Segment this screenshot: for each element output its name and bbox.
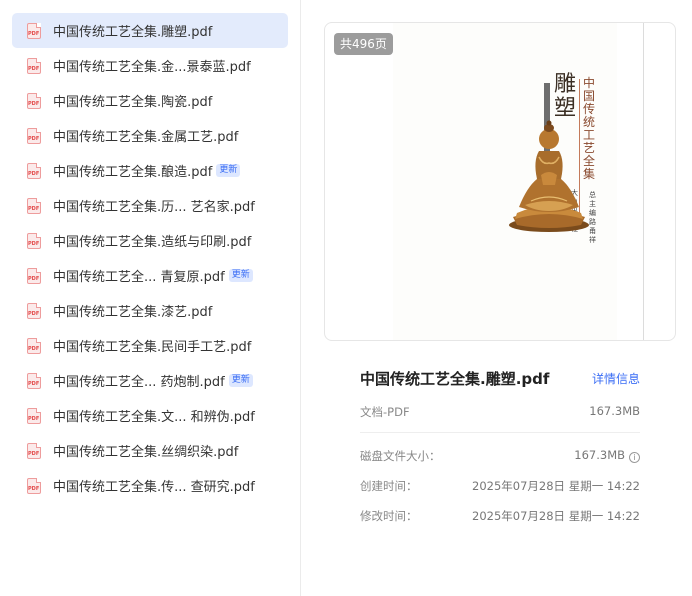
update-badge: 更新	[216, 164, 241, 177]
file-name: 中国传统工艺全集.文... 和辨伪.pdf	[53, 410, 255, 425]
file-name: 中国传统工艺全集.丝绸织染.pdf	[53, 445, 239, 460]
cover-edge-line	[643, 23, 644, 340]
size-value: 167.3MB	[589, 404, 640, 418]
file-name: 中国传统工艺全集.金属工艺.pdf	[53, 130, 239, 145]
file-list-item[interactable]: PDF 中国传统工艺全集.历... 艺名家.pdf	[12, 188, 288, 223]
file-name: 中国传统工艺全集.陶瓷.pdf	[53, 95, 213, 110]
created-label: 创建时间：	[360, 479, 418, 493]
info-icon[interactable]: i	[629, 452, 640, 463]
pdf-file-icon: PDF	[27, 232, 41, 249]
file-list-item[interactable]: PDF 中国传统工艺全集.金...景泰蓝.pdf	[12, 48, 288, 83]
disk-size-label: 磁盘文件大小：	[360, 449, 441, 463]
file-name: 中国传统工艺全... 青复原.pdf	[53, 270, 225, 285]
detail-title: 中国传统工艺全集.雕塑.pdf	[360, 370, 550, 388]
file-name: 中国传统工艺全集.漆艺.pdf	[53, 305, 213, 320]
pdf-file-icon: PDF	[27, 372, 41, 389]
file-list-item[interactable]: PDF 中国传统工艺全集.金属工艺.pdf	[12, 118, 288, 153]
file-list-item[interactable]: PDF 中国传统工艺全集.陶瓷.pdf	[12, 83, 288, 118]
update-badge: 更新	[228, 374, 253, 387]
file-list-pane: PDF 中国传统工艺全集.雕塑.pdf PDF 中国传统工艺全集.金...景泰蓝.pd…	[0, 0, 300, 596]
file-name: 中国传统工艺全集.酿造.pdf	[53, 165, 213, 180]
file-list-item[interactable]: PDF 中国传统工艺全集.酿造.pdf 更新	[12, 153, 288, 188]
pdf-file-icon: PDF	[27, 127, 41, 144]
disk-size-value-wrap: 167.3MB i	[574, 448, 640, 463]
file-list-item[interactable]: PDF 中国传统工艺全集.雕塑.pdf	[12, 13, 288, 48]
preview-card[interactable]: 共496页 雕塑 中国传统工艺全集 大象出版社 总主编 路甬祥	[324, 22, 676, 341]
file-name: 中国传统工艺全集.传... 查研究.pdf	[53, 480, 255, 495]
pane-divider[interactable]	[300, 0, 301, 596]
file-name: 中国传统工艺全集.造纸与印刷.pdf	[53, 235, 252, 250]
pdf-file-icon: PDF	[27, 162, 41, 179]
update-badge: 更新	[228, 269, 253, 282]
pdf-file-icon: PDF	[27, 407, 41, 424]
file-name: 中国传统工艺全... 药炮制.pdf	[53, 375, 225, 390]
file-list: PDF 中国传统工艺全集.雕塑.pdf PDF 中国传统工艺全集.金...景泰蓝.pd…	[12, 13, 288, 503]
pdf-file-icon: PDF	[27, 337, 41, 354]
file-list-item[interactable]: PDF 中国传统工艺全集.民间手工艺.pdf	[12, 328, 288, 363]
modified-label: 修改时间：	[360, 509, 418, 523]
file-list-item[interactable]: PDF 中国传统工艺全集.文... 和辨伪.pdf	[12, 398, 288, 433]
disk-size-value: 167.3MB	[574, 448, 625, 462]
cover-image: 雕塑 中国传统工艺全集 大象出版社 总主编 路甬祥	[393, 23, 617, 340]
file-name: 中国传统工艺全集.金...景泰蓝.pdf	[53, 60, 251, 75]
pdf-file-icon: PDF	[27, 267, 41, 284]
buddha-statue-image	[509, 120, 589, 232]
pdf-file-icon: PDF	[27, 57, 41, 74]
pdf-file-icon: PDF	[27, 302, 41, 319]
file-name: 中国传统工艺全集.历... 艺名家.pdf	[53, 200, 255, 215]
file-list-item[interactable]: PDF 中国传统工艺全集.丝绸织染.pdf	[12, 433, 288, 468]
file-list-item[interactable]: PDF 中国传统工艺全集.漆艺.pdf	[12, 293, 288, 328]
file-list-item[interactable]: PDF 中国传统工艺全... 青复原.pdf 更新	[12, 258, 288, 293]
pdf-file-icon: PDF	[27, 442, 41, 459]
file-list-item[interactable]: PDF 中国传统工艺全... 药炮制.pdf 更新	[12, 363, 288, 398]
details-link[interactable]: 详情信息	[592, 370, 640, 387]
pdf-file-icon: PDF	[27, 197, 41, 214]
file-list-item[interactable]: PDF 中国传统工艺全集.传... 查研究.pdf	[12, 468, 288, 503]
pdf-file-icon: PDF	[27, 92, 41, 109]
created-value: 2025年07月28日 星期一 14:22	[472, 479, 640, 493]
page-count-badge: 共496页	[334, 33, 393, 55]
pdf-file-icon: PDF	[27, 477, 41, 494]
file-name: 中国传统工艺全集.雕塑.pdf	[53, 25, 213, 40]
modified-value: 2025年07月28日 星期一 14:22	[472, 509, 640, 523]
file-name: 中国传统工艺全集.民间手工艺.pdf	[53, 340, 252, 355]
file-list-item[interactable]: PDF 中国传统工艺全集.造纸与印刷.pdf	[12, 223, 288, 258]
type-label: 文档-PDF	[360, 405, 410, 419]
details-separator	[360, 432, 640, 433]
pdf-file-icon: PDF	[27, 22, 41, 39]
